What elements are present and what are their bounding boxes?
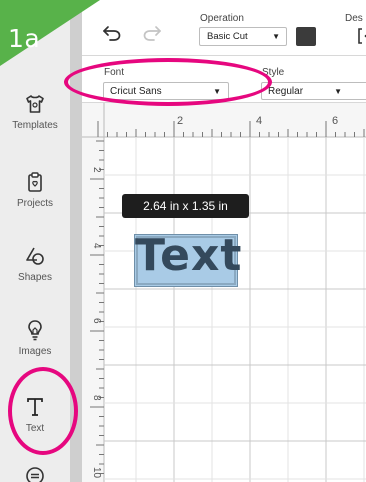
ruler-number-v: 2 (91, 167, 102, 173)
operation-value: Basic Cut (207, 31, 248, 42)
sidebar-item-projects[interactable]: Projects (0, 170, 70, 209)
ruler-number-h: 4 (256, 115, 262, 127)
clipboard-icon (28, 172, 42, 192)
ruler-number-v: 8 (91, 395, 102, 401)
font-toolbar: Font Cricut Sans ▼ Style Regular ▼ (82, 56, 366, 103)
bracket-icon[interactable] (358, 28, 366, 44)
font-label: Font (104, 67, 125, 78)
sidebar-item-label: Shapes (18, 272, 52, 283)
style-select[interactable]: Regular ▼ (261, 82, 366, 100)
dimension-tooltip: 2.64 in x 1.35 in (122, 194, 249, 218)
style-value: Regular (268, 86, 304, 97)
text-t-icon (27, 398, 43, 416)
sidebar-item-label: Templates (12, 120, 58, 131)
ruler-number-v: 4 (91, 243, 102, 249)
chevron-down-icon: ▼ (272, 32, 280, 41)
undo-icon[interactable] (102, 24, 122, 42)
design-canvas[interactable]: 2 4 6 2 4 6 8 10 (82, 103, 366, 482)
ruler-number-h: 6 (332, 115, 338, 127)
sidebar-item-images[interactable]: Images (0, 318, 70, 357)
sidebar-item-shapes[interactable]: Shapes (0, 244, 70, 283)
sidebar-item-label: Projects (16, 198, 54, 209)
step-badge: 1a (0, 0, 100, 66)
chevron-down-icon: ▼ (334, 87, 342, 96)
sidebar-scrollbar[interactable] (70, 0, 82, 482)
canvas-grid: 2 4 6 2 4 6 8 10 (82, 103, 366, 482)
sidebar-item-label: Images (18, 346, 52, 357)
ruler-number-h: 2 (177, 115, 183, 127)
more-icon (26, 467, 44, 482)
sidebar-item-text[interactable]: Text (0, 395, 70, 434)
shirt-icon (26, 95, 44, 113)
ruler-number-v: 10 (91, 467, 102, 479)
style-label: Style (262, 67, 285, 78)
text-object[interactable]: Text (134, 230, 241, 287)
operation-label: Operation (200, 13, 244, 24)
lightbulb-icon (28, 320, 42, 341)
font-value: Cricut Sans (110, 86, 162, 97)
sidebar-item-templates[interactable]: Templates (0, 92, 70, 131)
design-label: Des (345, 13, 363, 24)
color-swatch[interactable] (296, 27, 316, 46)
shapes-icon (26, 247, 44, 265)
sidebar-item-label: Text (25, 423, 45, 434)
text-object-content: Text (135, 230, 243, 281)
chevron-down-icon: ▼ (213, 87, 221, 96)
operation-select[interactable]: Basic Cut ▼ (199, 27, 287, 46)
ruler-number-v: 6 (91, 318, 102, 324)
step-label: 1a (8, 24, 41, 53)
top-toolbar: Operation Basic Cut ▼ Des (82, 0, 366, 56)
redo-icon[interactable] (142, 24, 162, 42)
sidebar-item-more[interactable] (0, 464, 70, 482)
horizontal-ruler (82, 103, 366, 137)
font-select[interactable]: Cricut Sans ▼ (103, 82, 229, 100)
